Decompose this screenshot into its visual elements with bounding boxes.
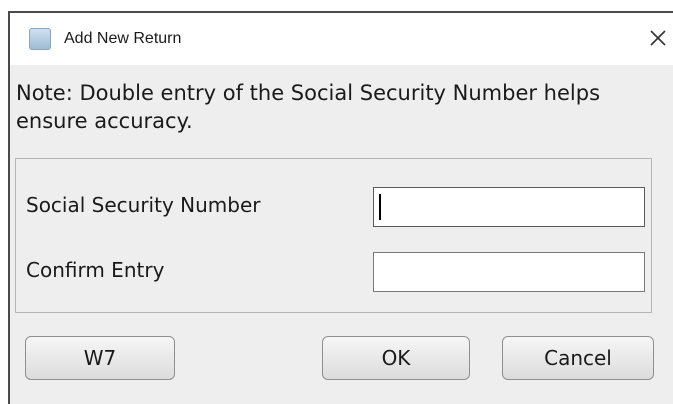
note-text: Note: Double entry of the Social Securit… (16, 81, 601, 133)
page: Add New Return Note: Double entry of the… (0, 0, 673, 404)
ssn-label: Social Security Number (26, 193, 261, 217)
confirm-entry-label: Confirm Entry (26, 258, 165, 282)
cancel-button[interactable]: Cancel (502, 336, 654, 380)
w7-button[interactable]: W7 (25, 336, 175, 380)
app-window-icon (29, 28, 51, 50)
ssn-input[interactable] (373, 187, 645, 227)
close-button[interactable] (646, 25, 670, 51)
close-icon (650, 30, 666, 46)
window-title: Add New Return (64, 30, 182, 47)
text-caret (379, 194, 381, 220)
ok-button[interactable]: OK (322, 336, 470, 380)
confirm-entry-input[interactable] (373, 252, 645, 292)
title-bar[interactable]: Add New Return (10, 13, 673, 65)
